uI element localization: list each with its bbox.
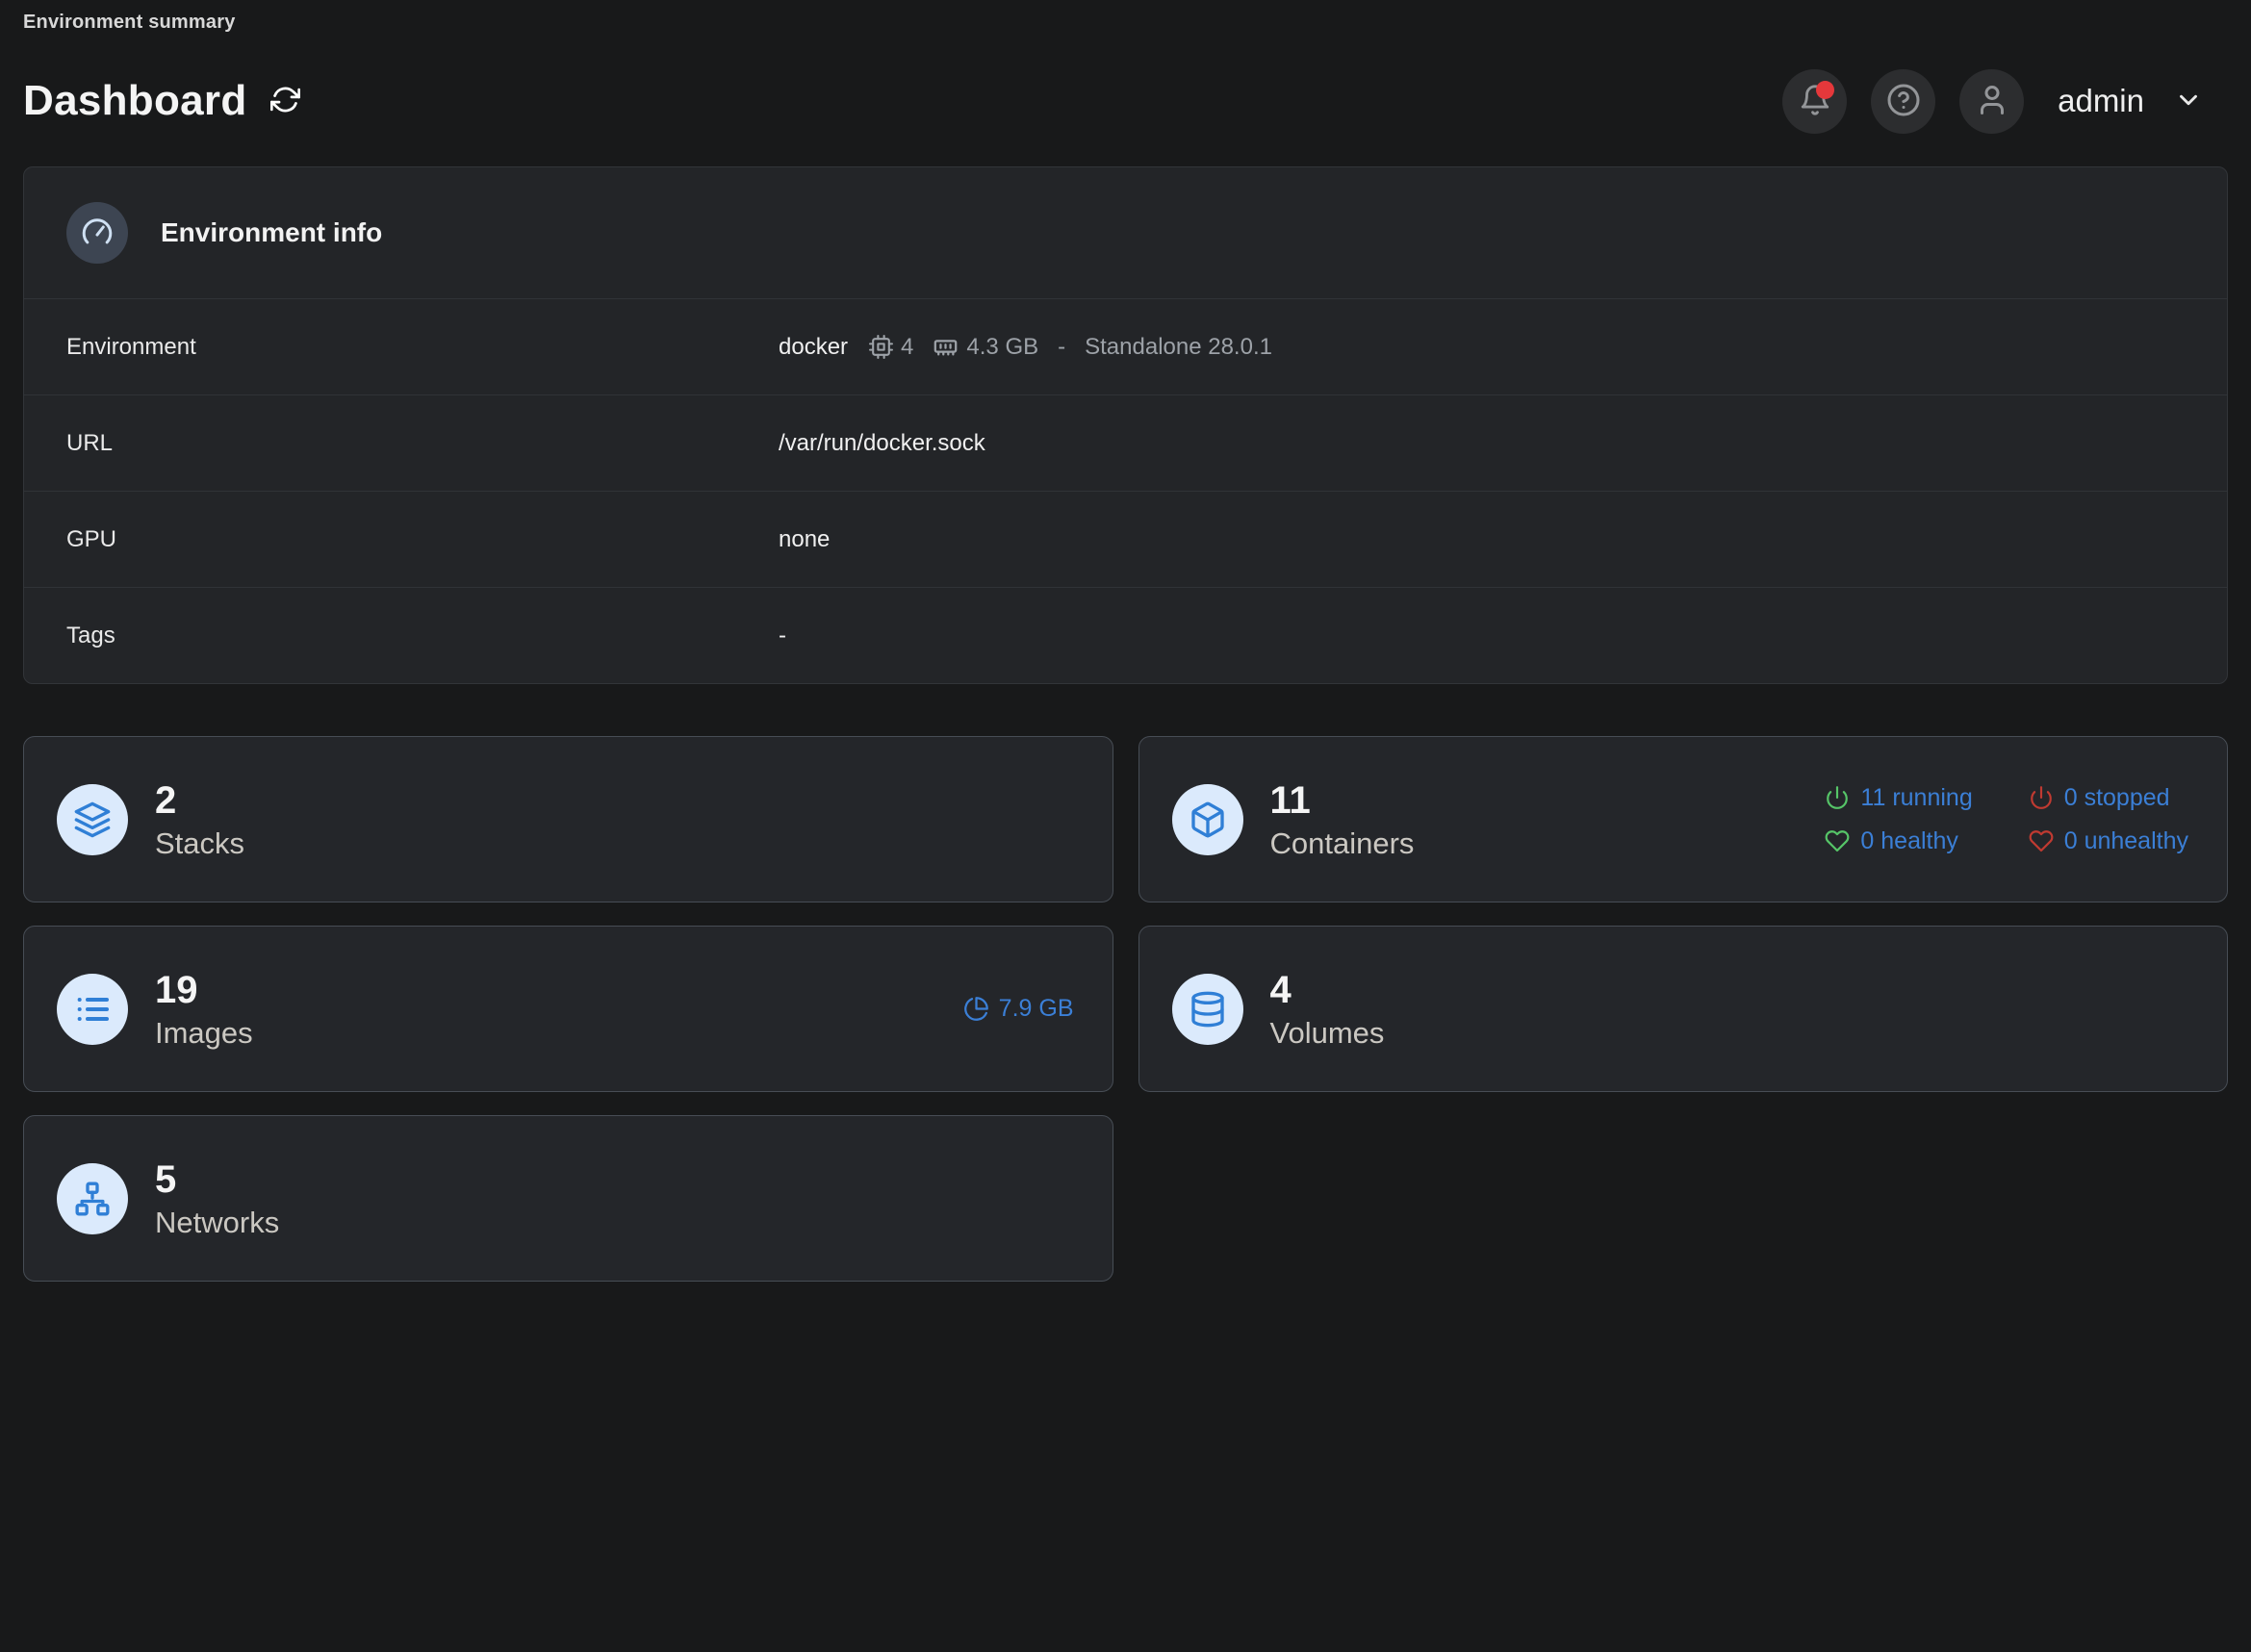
url-row-value: /var/run/docker.sock [779, 430, 985, 457]
network-icon [57, 1163, 128, 1234]
images-label: Images [155, 1016, 253, 1051]
user-menu-chevron[interactable] [2174, 86, 2203, 117]
container-status-stats: 11 running 0 stopped [1825, 784, 2188, 855]
networks-label: Networks [155, 1206, 279, 1240]
user-menu-button[interactable] [1959, 69, 2024, 134]
gauge-icon [66, 202, 128, 264]
running-stat-label: 11 running [1860, 784, 1972, 812]
stopped-stat[interactable]: 0 stopped [2029, 784, 2188, 812]
summary-cards-grid: 2 Stacks 11 Containers [23, 736, 2228, 1282]
box-icon [1172, 784, 1243, 855]
gpu-row-value: none [779, 526, 830, 553]
stopped-stat-label: 0 stopped [2064, 784, 2170, 812]
dashboard-page: Environment summary Dashboard [0, 0, 2251, 1282]
username-label[interactable]: admin [2058, 83, 2144, 119]
stacks-card[interactable]: 2 Stacks [23, 736, 1113, 902]
page-title: Dashboard [23, 77, 247, 125]
pie-chart-icon [963, 996, 989, 1022]
networks-count: 5 [155, 1157, 279, 1202]
containers-card-text: 11 Containers [1270, 778, 1415, 861]
volumes-label: Volumes [1270, 1016, 1385, 1051]
header-actions: admin [1782, 69, 2228, 134]
stacks-card-text: 2 Stacks [155, 778, 244, 861]
database-icon [1172, 974, 1243, 1045]
page-header: Dashboard [23, 66, 2228, 136]
platform-version: Standalone 28.0.1 [1085, 334, 1272, 361]
environment-info-header: Environment info [24, 167, 2227, 298]
breadcrumb: Environment summary [23, 0, 2228, 34]
cpu-icon [869, 335, 893, 359]
containers-card[interactable]: 11 Containers 11 running [1138, 736, 2229, 902]
images-count: 19 [155, 968, 253, 1012]
stacks-count: 2 [155, 778, 244, 823]
running-stat[interactable]: 11 running [1825, 784, 1972, 812]
notifications-button[interactable] [1782, 69, 1847, 134]
user-icon [1975, 83, 2009, 120]
chevron-down-icon [2174, 86, 2203, 117]
images-card[interactable]: 19 Images 7.9 GB [23, 926, 1113, 1092]
containers-count: 11 [1270, 778, 1415, 823]
memory-icon [933, 334, 959, 360]
heart-icon [2029, 828, 2054, 853]
networks-card[interactable]: 5 Networks [23, 1115, 1113, 1282]
volumes-card[interactable]: 4 Volumes [1138, 926, 2229, 1092]
containers-label: Containers [1270, 826, 1415, 861]
images-size-badge: 7.9 GB [963, 995, 1074, 1023]
power-icon [1825, 785, 1850, 810]
volumes-count: 4 [1270, 968, 1385, 1012]
cpu-count: 4 [901, 334, 913, 361]
images-card-text: 19 Images [155, 968, 253, 1051]
memory-amount: 4.3 GB [966, 334, 1038, 361]
environment-info-card: Environment info Environment docker 4 [23, 166, 2228, 684]
layers-icon [57, 784, 128, 855]
url-row-label: URL [66, 430, 113, 457]
heart-icon [1825, 828, 1850, 853]
healthy-stat[interactable]: 0 healthy [1825, 827, 1972, 855]
unhealthy-stat-label: 0 unhealthy [2064, 827, 2188, 855]
stacks-label: Stacks [155, 826, 244, 861]
environment-row-label: Environment [66, 334, 196, 361]
info-row-tags: Tags - [24, 587, 2227, 683]
unhealthy-stat[interactable]: 0 unhealthy [2029, 827, 2188, 855]
healthy-stat-label: 0 healthy [1860, 827, 1957, 855]
refresh-icon [270, 85, 300, 117]
volumes-card-text: 4 Volumes [1270, 968, 1385, 1051]
page-title-group: Dashboard [23, 77, 304, 125]
info-row-environment: Environment docker 4 [24, 298, 2227, 394]
meta-separator: - [1058, 334, 1065, 361]
help-icon [1886, 83, 1921, 120]
list-icon [57, 974, 128, 1045]
environment-info-title: Environment info [161, 217, 382, 248]
help-button[interactable] [1871, 69, 1935, 134]
info-row-gpu: GPU none [24, 491, 2227, 587]
networks-card-text: 5 Networks [155, 1157, 279, 1240]
environment-name: docker [779, 334, 848, 361]
notification-badge [1816, 81, 1834, 99]
environment-row-value: docker 4 4.3 GB - [779, 334, 1272, 361]
tags-row-label: Tags [66, 623, 115, 649]
refresh-button[interactable] [267, 81, 304, 121]
images-size-label: 7.9 GB [999, 995, 1074, 1023]
gpu-row-label: GPU [66, 526, 116, 553]
tags-row-value: - [779, 623, 786, 649]
info-row-url: URL /var/run/docker.sock [24, 394, 2227, 491]
power-icon [2029, 785, 2054, 810]
